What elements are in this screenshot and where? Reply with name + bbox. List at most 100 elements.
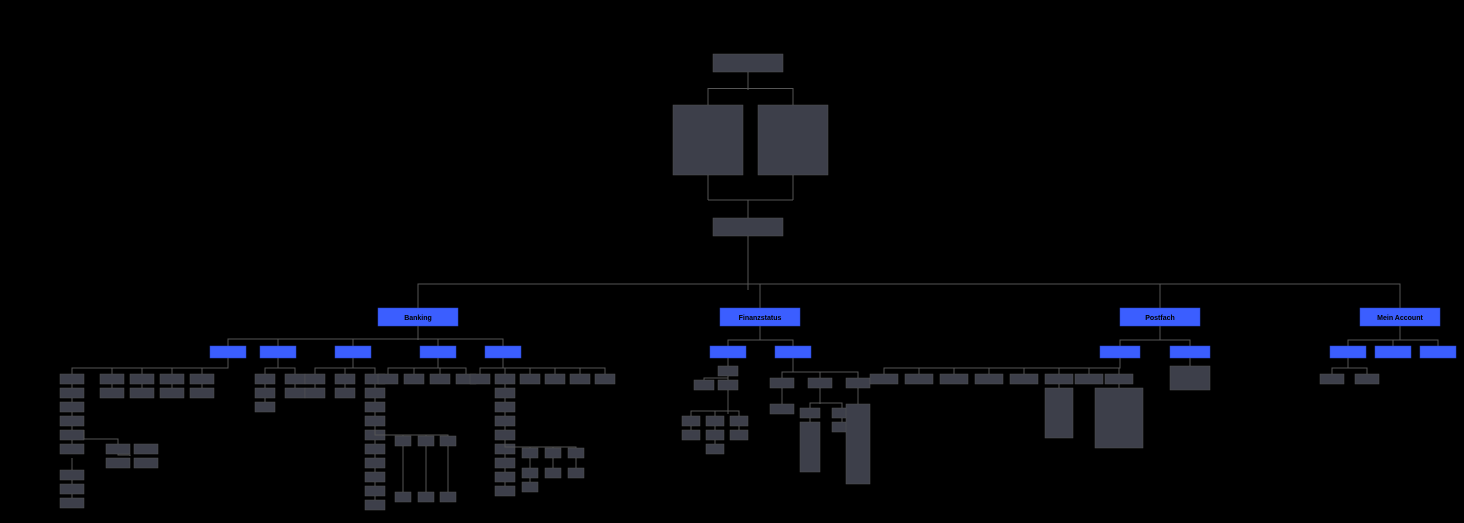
- b0-col1: [100, 374, 124, 384]
- panel-left: [673, 105, 743, 175]
- b0-stack2: [60, 416, 84, 426]
- banking-sub-3[interactable]: [420, 346, 456, 358]
- postfach-sub-1[interactable]: [1170, 346, 1210, 358]
- a0-0: [1320, 374, 1344, 384]
- p0-1: [905, 374, 933, 384]
- b0-stack4: [60, 444, 84, 454]
- account-sub-0[interactable]: [1330, 346, 1366, 358]
- b4-5: [595, 374, 615, 384]
- b3-0: [378, 374, 398, 384]
- b2-deep0: [365, 388, 385, 398]
- connector: [375, 430, 448, 440]
- node-label: Mein Account: [1377, 315, 1423, 322]
- banking-sub-0[interactable]: [210, 346, 246, 358]
- node-label: Finanzstatus: [739, 315, 782, 322]
- b4-3: [545, 374, 565, 384]
- b4-1-0: [495, 388, 515, 398]
- f1-0: [770, 378, 794, 388]
- banking-sub-4[interactable]: [485, 346, 521, 358]
- f0-c0b: [682, 430, 700, 440]
- f0-l: [694, 380, 714, 390]
- finanz-sub-0[interactable]: [710, 346, 746, 358]
- b1-1b: [285, 388, 305, 398]
- banking-sub-1[interactable]: [260, 346, 296, 358]
- connector: [1348, 334, 1400, 346]
- connector: [1120, 334, 1160, 346]
- banking-sub-2[interactable]: [335, 346, 371, 358]
- p0-3: [975, 374, 1003, 384]
- b1-1: [285, 374, 305, 384]
- connector: [278, 362, 295, 374]
- b0-col4b: [190, 388, 214, 398]
- connector: [708, 72, 748, 105]
- b4-1-7: [495, 486, 515, 496]
- b0-col4: [190, 374, 214, 384]
- connector: [748, 72, 793, 105]
- b4-1-6: [495, 472, 515, 482]
- b0-col3: [160, 374, 184, 384]
- b2-br0: [395, 436, 411, 446]
- b1-0c: [255, 402, 275, 412]
- b4-2: [520, 374, 540, 384]
- p0-7: [1105, 374, 1133, 384]
- b0-side2b: [134, 458, 158, 468]
- f0-c2: [730, 416, 748, 426]
- connector: [353, 362, 375, 374]
- panel-right: [758, 105, 828, 175]
- b4-br1: [545, 448, 561, 458]
- b4-brl1: [545, 468, 561, 478]
- b2-deep8: [365, 500, 385, 510]
- node-label: Banking: [404, 315, 432, 322]
- p1-a: [1170, 366, 1210, 390]
- account-sub-1[interactable]: [1375, 346, 1411, 358]
- account-sub-2[interactable]: [1420, 346, 1456, 358]
- f1-1-0-tall: [800, 422, 820, 472]
- connector: [345, 362, 353, 374]
- f0-c1b: [706, 430, 724, 440]
- b4-1: [495, 374, 515, 384]
- b0-stack3: [60, 430, 84, 440]
- connector: [748, 260, 1400, 308]
- b4-br0: [522, 448, 538, 458]
- p0-6-tall: [1045, 388, 1073, 438]
- connector: [704, 376, 728, 380]
- connector: [760, 334, 793, 346]
- connector: [1393, 334, 1400, 346]
- connector: [728, 406, 739, 416]
- postfach-sub-0[interactable]: [1100, 346, 1140, 358]
- f1-1: [808, 378, 832, 388]
- f1-1-0: [800, 408, 820, 418]
- connector: [728, 334, 760, 346]
- b2-brl1: [418, 492, 434, 502]
- connector: [503, 362, 605, 374]
- b0-side2: [134, 444, 158, 454]
- connector: [202, 362, 228, 374]
- b2-0b: [305, 388, 325, 398]
- connector: [1089, 362, 1120, 374]
- connector: [782, 366, 793, 378]
- connector: [118, 454, 130, 456]
- b2-deep2: [365, 416, 385, 426]
- b2-brl2: [440, 492, 456, 502]
- root-node: [713, 54, 783, 72]
- connector: [418, 332, 503, 346]
- connector: [438, 362, 466, 374]
- b4-1-5: [495, 458, 515, 468]
- b2-br2: [440, 436, 456, 446]
- a0-1: [1355, 374, 1379, 384]
- b4-4: [570, 374, 590, 384]
- connector: [480, 362, 503, 374]
- b2-deep5: [365, 458, 385, 468]
- b1-0b: [255, 388, 275, 398]
- hub-node: [713, 218, 783, 236]
- connector: [1119, 362, 1120, 374]
- b0-col0: [60, 374, 84, 384]
- connector: [414, 362, 438, 374]
- b0-col3b: [160, 388, 184, 398]
- connector: [820, 398, 842, 408]
- connector: [505, 442, 576, 452]
- b0-stack1: [60, 402, 84, 412]
- p0-5: [1045, 374, 1073, 384]
- finanz-sub-1[interactable]: [775, 346, 811, 358]
- connector: [715, 406, 728, 416]
